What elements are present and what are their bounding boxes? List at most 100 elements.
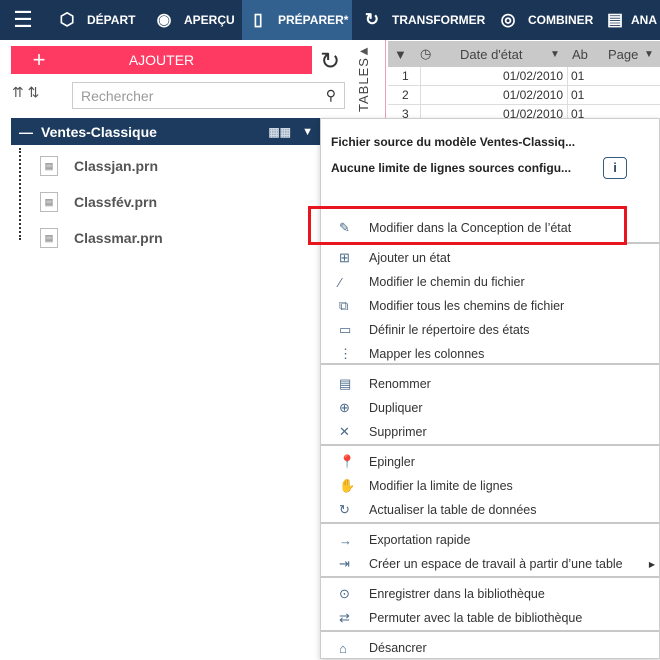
file-icon: ▤ [40, 192, 58, 212]
sort-icon[interactable]: ⇅ [28, 84, 40, 100]
tab-depart[interactable]: ⬡ DÉPART [55, 0, 145, 40]
save-library-icon: ⊙ [339, 586, 350, 601]
refresh-icon[interactable]: ↻ [320, 47, 340, 76]
info-icon[interactable]: i [603, 157, 627, 179]
menu-separator [321, 576, 659, 578]
menu-item-duplicate[interactable]: ⊕ Dupliquer [321, 396, 659, 420]
menu-item-label: Enregistrer dans la bibliothèque [369, 587, 545, 601]
menu-item-label: Modifier le chemin du fichier [369, 275, 525, 289]
add-state-icon: ⊞ [339, 250, 350, 265]
transform-icon: ↻ [364, 10, 380, 29]
plus-icon: + [32, 47, 46, 72]
menu-item-all-file-paths[interactable]: ⧉ Modifier tous les chemins de fichier [321, 294, 659, 318]
cell: 01/02/2010 [420, 67, 568, 85]
column-header[interactable]: Page [608, 47, 644, 62]
row-number: 1 [402, 69, 409, 83]
search-placeholder: Rechercher [81, 87, 154, 104]
tab-combiner[interactable]: ◎ COMBINER [496, 0, 600, 40]
clock-icon: ◷ [420, 46, 432, 61]
duplicate-icon: ⊕ [339, 400, 350, 415]
menu-info-limit: Aucune limite de lignes sources configu.… [331, 161, 572, 175]
menu-item-swap-library[interactable]: ⇄ Permuter avec la table de bibliothèque [321, 606, 659, 630]
tab-preparer[interactable]: ▯ PRÉPARER* [242, 0, 352, 40]
cell: 01 [571, 88, 585, 102]
cube-icon: ⬡ [59, 10, 75, 29]
menu-item-delete[interactable]: ✕ Supprimer [321, 420, 659, 444]
swap-library-icon: ⇄ [339, 610, 350, 625]
tab-analyser[interactable]: ▤ ANA [604, 0, 660, 40]
menu-item-export[interactable]: → Exportation rapide [321, 528, 659, 552]
menu-item-file-path[interactable]: ⁄ Modifier le chemin du fichier [321, 270, 659, 294]
tree-item[interactable]: ▤ Classjan.prn [40, 156, 158, 176]
top-nav: ☰ ⬡ DÉPART ◉ APERÇU ▯ PRÉPARER* ↻ TRANSFORME… [0, 0, 660, 40]
all-file-paths-icon: ⧉ [339, 298, 349, 313]
file-icon: ▤ [40, 156, 58, 176]
prepare-icon: ▯ [253, 10, 263, 29]
tab-label: DÉPART [87, 13, 136, 27]
tree-group-header[interactable]: — Ventes-Classique ▦▦ ▼ [11, 118, 323, 145]
menu-item-label: Dupliquer [369, 401, 423, 415]
add-button[interactable]: + AJOUTER [11, 46, 312, 74]
cell: 01/02/2010 [420, 86, 568, 104]
table-row[interactable]: 2 01/02/2010 01 [388, 86, 660, 105]
submenu-arrow-icon: ▶ [648, 559, 655, 569]
tab-transformer[interactable]: ↻ TRANSFORMER [360, 0, 488, 40]
file-icon: ▤ [40, 228, 58, 248]
menu-item-label: Modifier la limite de lignes [369, 479, 513, 493]
tree-item[interactable]: ▤ Classmar.prn [40, 228, 163, 248]
expand-all-icon[interactable]: ⇈ [12, 84, 24, 100]
tab-label: ANA [631, 13, 657, 27]
add-label: AJOUTER [128, 52, 195, 68]
chevron-down-icon[interactable]: ▼ [644, 49, 654, 60]
menu-item-label: Modifier tous les chemins de fichier [369, 299, 565, 313]
menu-item-rename[interactable]: ▤ Renommer [321, 372, 659, 396]
tab-label: TRANSFORMER [392, 13, 486, 27]
highlight-box [308, 206, 627, 245]
menu-item-undock[interactable]: ⌂ Désancrer [321, 636, 659, 660]
menu-item-pin[interactable]: 📍 Epingler [321, 450, 659, 474]
table-row[interactable]: 1 01/02/2010 01 [388, 67, 660, 86]
tables-label[interactable]: TABLES [356, 57, 371, 112]
tree-item-label: Classmar.prn [74, 230, 163, 246]
tree-item-label: Classfév.prn [74, 194, 157, 210]
menu-item-folder[interactable]: ▭ Définir le répertoire des états [321, 318, 659, 342]
menu-item-row-limit[interactable]: ✋ Modifier la limite de lignes [321, 474, 659, 498]
rename-icon: ▤ [339, 376, 352, 391]
menu-item-label: Créer un espace de travail à partir d’un… [369, 557, 623, 571]
collapse-icon[interactable]: — [11, 124, 41, 140]
context-menu: Fichier source du modèle Ventes-Classiq.… [320, 118, 660, 659]
chevron-down-icon[interactable]: ▼ [550, 49, 572, 60]
menu-separator [321, 630, 659, 632]
menu-item-map-columns[interactable]: ⋮ Mapper les colonnes [321, 342, 659, 366]
menu-item-add-state[interactable]: ⊞ Ajouter un état [321, 246, 659, 270]
grid-header: ▼ ◷ Date d'état ▼ Ab Page ▼ [388, 41, 660, 67]
search-input[interactable]: Rechercher ⚲ [72, 82, 345, 109]
export-icon: → [339, 532, 352, 548]
menu-item-label: Ajouter un état [369, 251, 451, 265]
menu-item-refresh[interactable]: ↻ Actualiser la table de données [321, 498, 659, 522]
column-type: Ab [572, 46, 588, 62]
tree-item[interactable]: ▤ Classfév.prn [40, 192, 157, 212]
menu-item-label: Permuter avec la table de bibliothèque [369, 611, 583, 625]
column-header[interactable]: Date d'état [460, 47, 550, 62]
tab-apercu[interactable]: ◉ APERÇU [152, 0, 240, 40]
menu-icon[interactable]: ☰ [0, 0, 46, 40]
search-icon[interactable]: ⚲ [326, 87, 336, 104]
filter-icon[interactable]: ▼ [388, 47, 420, 62]
workspace-icon: ⇥ [339, 556, 350, 571]
row-limit-icon: ✋ [339, 478, 356, 493]
tab-label: COMBINER [528, 13, 594, 27]
menu-item-label: Exportation rapide [369, 533, 471, 547]
menu-item-save-library[interactable]: ⊙ Enregistrer dans la bibliothèque [321, 582, 659, 606]
folder-icon: ▭ [339, 322, 352, 337]
chevron-down-icon[interactable]: ▼ [302, 126, 313, 138]
pin-icon: 📍 [339, 454, 356, 469]
table-icon: ▦▦ [268, 124, 291, 139]
refresh-icon: ↻ [339, 502, 350, 517]
menu-item-workspace[interactable]: ⇥ Créer un espace de travail à partir d’u… [321, 552, 659, 576]
tree-item-label: Classjan.prn [74, 158, 159, 174]
menu-item-label: Désancrer [369, 641, 427, 655]
menu-item-label: Mapper les colonnes [369, 347, 485, 361]
collapse-panel-icon[interactable]: ◀ [360, 46, 368, 57]
menu-item-label: Epingler [369, 455, 415, 469]
